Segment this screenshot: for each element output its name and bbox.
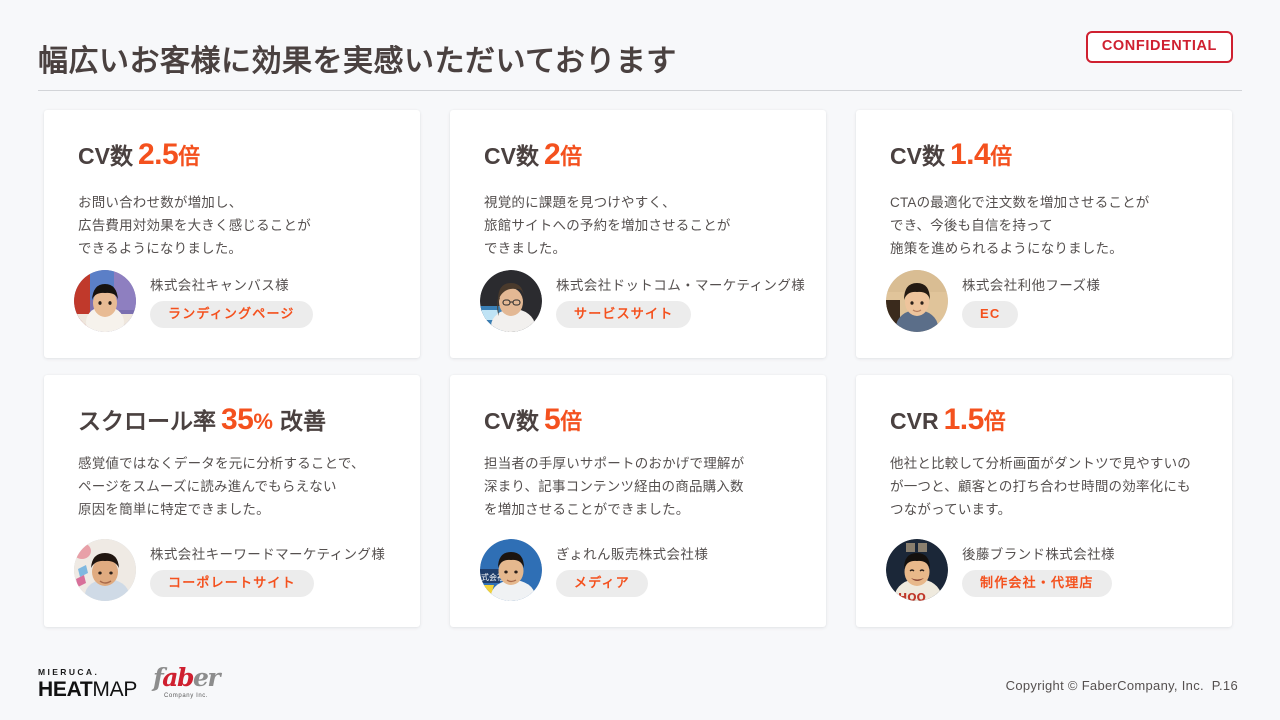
company-name: 株式会社ドットコム・マーケティング様	[556, 278, 806, 294]
metric-value: 2	[543, 138, 561, 171]
testimonial-card[interactable]: CV数 2.5倍 お問い合わせ数が増加し、 広告費用対効果を大きく感じることが で…	[44, 110, 420, 358]
card-body-text: 視覚的に課題を見つけやすく、 旅館サイトへの予約を増加させることが できました。	[484, 195, 731, 257]
metric-unit: %	[253, 409, 273, 434]
page-title: 幅広いお客様に効果を実感いただいております	[38, 45, 677, 78]
card-footer: 株式会社利他フーズ様 EC	[886, 270, 1212, 332]
card-body-text: 他社と比較して分析画面がダントツで見やすいの が一つと、顧客との打ち合わせ時間の…	[890, 456, 1191, 518]
category-pill[interactable]: メディア	[556, 570, 648, 597]
metric-unit: 倍	[990, 144, 1013, 169]
heatmap-heat-text: HEAT	[38, 678, 93, 701]
card-heading: CVR 1.5倍	[890, 403, 1206, 436]
metric-unit: 倍	[983, 409, 1006, 434]
category-pill[interactable]: サービスサイト	[556, 301, 692, 328]
metric-value: 5	[543, 403, 561, 436]
testimonial-card[interactable]: CV数 5倍 担当者の手厚いサポートのおかげで理解が 深まり、記事コンテンツ経由の…	[450, 375, 826, 627]
mieruca-heatmap-logo: MIERUCA. HEATMAP	[38, 666, 137, 700]
card-body-text: お問い合わせ数が増加し、 広告費用対効果を大きく感じることが できるようになりま…	[78, 195, 311, 257]
metric-label: CV数	[484, 408, 539, 434]
card-footer: 株式会社ドットコム・マーケティング様 サービスサイト	[480, 270, 806, 332]
company-name: 株式会社キーワードマーケティング様	[150, 547, 386, 563]
header-divider	[38, 90, 1242, 91]
testimonial-card[interactable]: スクロール率 35% 改善 感覚値ではなくデータを元に分析することで、 ページをスム…	[44, 375, 420, 627]
heatmap-map-text: MAP	[92, 678, 138, 701]
metric-suffix: 改善	[279, 408, 326, 434]
footer-text: 株式会社ドットコム・マーケティング様 サービスサイト	[556, 274, 805, 328]
avatar	[74, 539, 136, 601]
metric-label: CVR	[890, 408, 939, 434]
company-name: 後藤ブランド株式会社様	[962, 547, 1115, 563]
avatar	[886, 270, 948, 332]
card-body-text: 感覚値ではなくデータを元に分析することで、 ページをスムーズに読み進んでもらえな…	[78, 456, 365, 518]
metric-unit: 倍	[560, 144, 583, 169]
slide-footer: MIERUCA. HEATMAP faber Company Inc. Copy…	[0, 652, 1280, 720]
company-name: 株式会社利他フーズ様	[962, 278, 1101, 294]
card-heading: スクロール率 35% 改善	[78, 403, 394, 436]
metric-label: CV数	[484, 143, 539, 169]
category-pill[interactable]: ランディングページ	[150, 301, 313, 328]
card-footer: HOO 後藤ブランド株式会社様 制作会社・代理店	[886, 539, 1212, 601]
confidential-badge: CONFIDENTIAL	[1085, 31, 1233, 63]
heatmap-wordmark: HEATMAP	[38, 679, 137, 700]
footer-text: 株式会社キャンバス様 ランディングページ	[150, 274, 313, 328]
metric-label: CV数	[78, 143, 133, 169]
metric-label: CV数	[890, 143, 945, 169]
card-body-text: 担当者の手厚いサポートのおかげで理解が 深まり、記事コンテンツ経由の商品購入数 …	[484, 456, 745, 518]
card-footer: 株式会社キャンバス様 ランディングページ	[74, 270, 400, 332]
avatar: 式会社	[480, 539, 542, 601]
card-footer: 株式会社キーワードマーケティング様 コーポレートサイト	[74, 539, 400, 601]
card-footer: 式会社 ぎょれん販売株式会社様 メディア	[480, 539, 806, 601]
testimonial-card[interactable]: CVR 1.5倍 他社と比較して分析画面がダントツで見やすいの が一つと、顧客との…	[856, 375, 1232, 627]
avatar	[74, 270, 136, 332]
slide-header: 幅広いお客様に効果を実感いただいております CONFIDENTIAL	[0, 0, 1280, 90]
metric-value: 1.4	[949, 138, 991, 171]
footer-text: 株式会社キーワードマーケティング様 コーポレートサイト	[150, 543, 385, 597]
faber-subtitle: Company Inc.	[163, 693, 209, 699]
testimonial-card-grid: CV数 2.5倍 お問い合わせ数が増加し、 広告費用対効果を大きく感じることが で…	[44, 110, 1236, 627]
footer-text: ぎょれん販売株式会社様 メディア	[556, 543, 708, 597]
category-pill[interactable]: コーポレートサイト	[150, 570, 314, 597]
company-name: ぎょれん販売株式会社様	[556, 547, 709, 563]
avatar: HOO	[886, 539, 948, 601]
logo-block: MIERUCA. HEATMAP faber Company Inc.	[38, 663, 221, 700]
category-pill[interactable]: EC	[962, 301, 1019, 328]
testimonial-card[interactable]: CV数 1.4倍 CTAの最適化で注文数を増加させることが でき、今後も自信を持っ…	[856, 110, 1232, 358]
card-body-text: CTAの最適化で注文数を増加させることが でき、今後も自信を持って 施策を進めら…	[890, 195, 1150, 257]
faber-company-logo: faber Company Inc.	[153, 663, 221, 700]
metric-unit: 倍	[560, 409, 583, 434]
company-name: 株式会社キャンバス様	[150, 278, 289, 294]
svg-text:HOO: HOO	[898, 591, 926, 601]
footer-text: 株式会社利他フーズ様 EC	[962, 274, 1100, 328]
copyright-text: Copyright © FaberCompany, Inc. P.16	[1005, 678, 1238, 693]
metric-value: 2.5	[137, 138, 179, 171]
metric-value: 35	[221, 403, 254, 436]
faber-mark-part-a: f	[153, 663, 164, 692]
faber-wordmark: faber	[153, 663, 221, 692]
card-heading: CV数 2倍	[484, 138, 800, 171]
card-heading: CV数 1.4倍	[890, 138, 1206, 171]
metric-label: スクロール率	[78, 408, 216, 434]
footer-text: 後藤ブランド株式会社様 制作会社・代理店	[962, 543, 1115, 597]
avatar	[480, 270, 542, 332]
mieruca-wordmark: MIERUCA.	[38, 666, 100, 677]
testimonial-card[interactable]: CV数 2倍 視覚的に課題を見つけやすく、 旅館サイトへの予約を増加させることが …	[450, 110, 826, 358]
metric-value: 1.5	[943, 403, 985, 436]
faber-mark-part-b: ab	[162, 663, 194, 692]
category-pill[interactable]: 制作会社・代理店	[962, 570, 1112, 597]
faber-mark-part-c: er	[192, 663, 221, 692]
metric-unit: 倍	[178, 144, 201, 169]
card-heading: CV数 5倍	[484, 403, 800, 436]
card-heading: CV数 2.5倍	[78, 138, 394, 171]
